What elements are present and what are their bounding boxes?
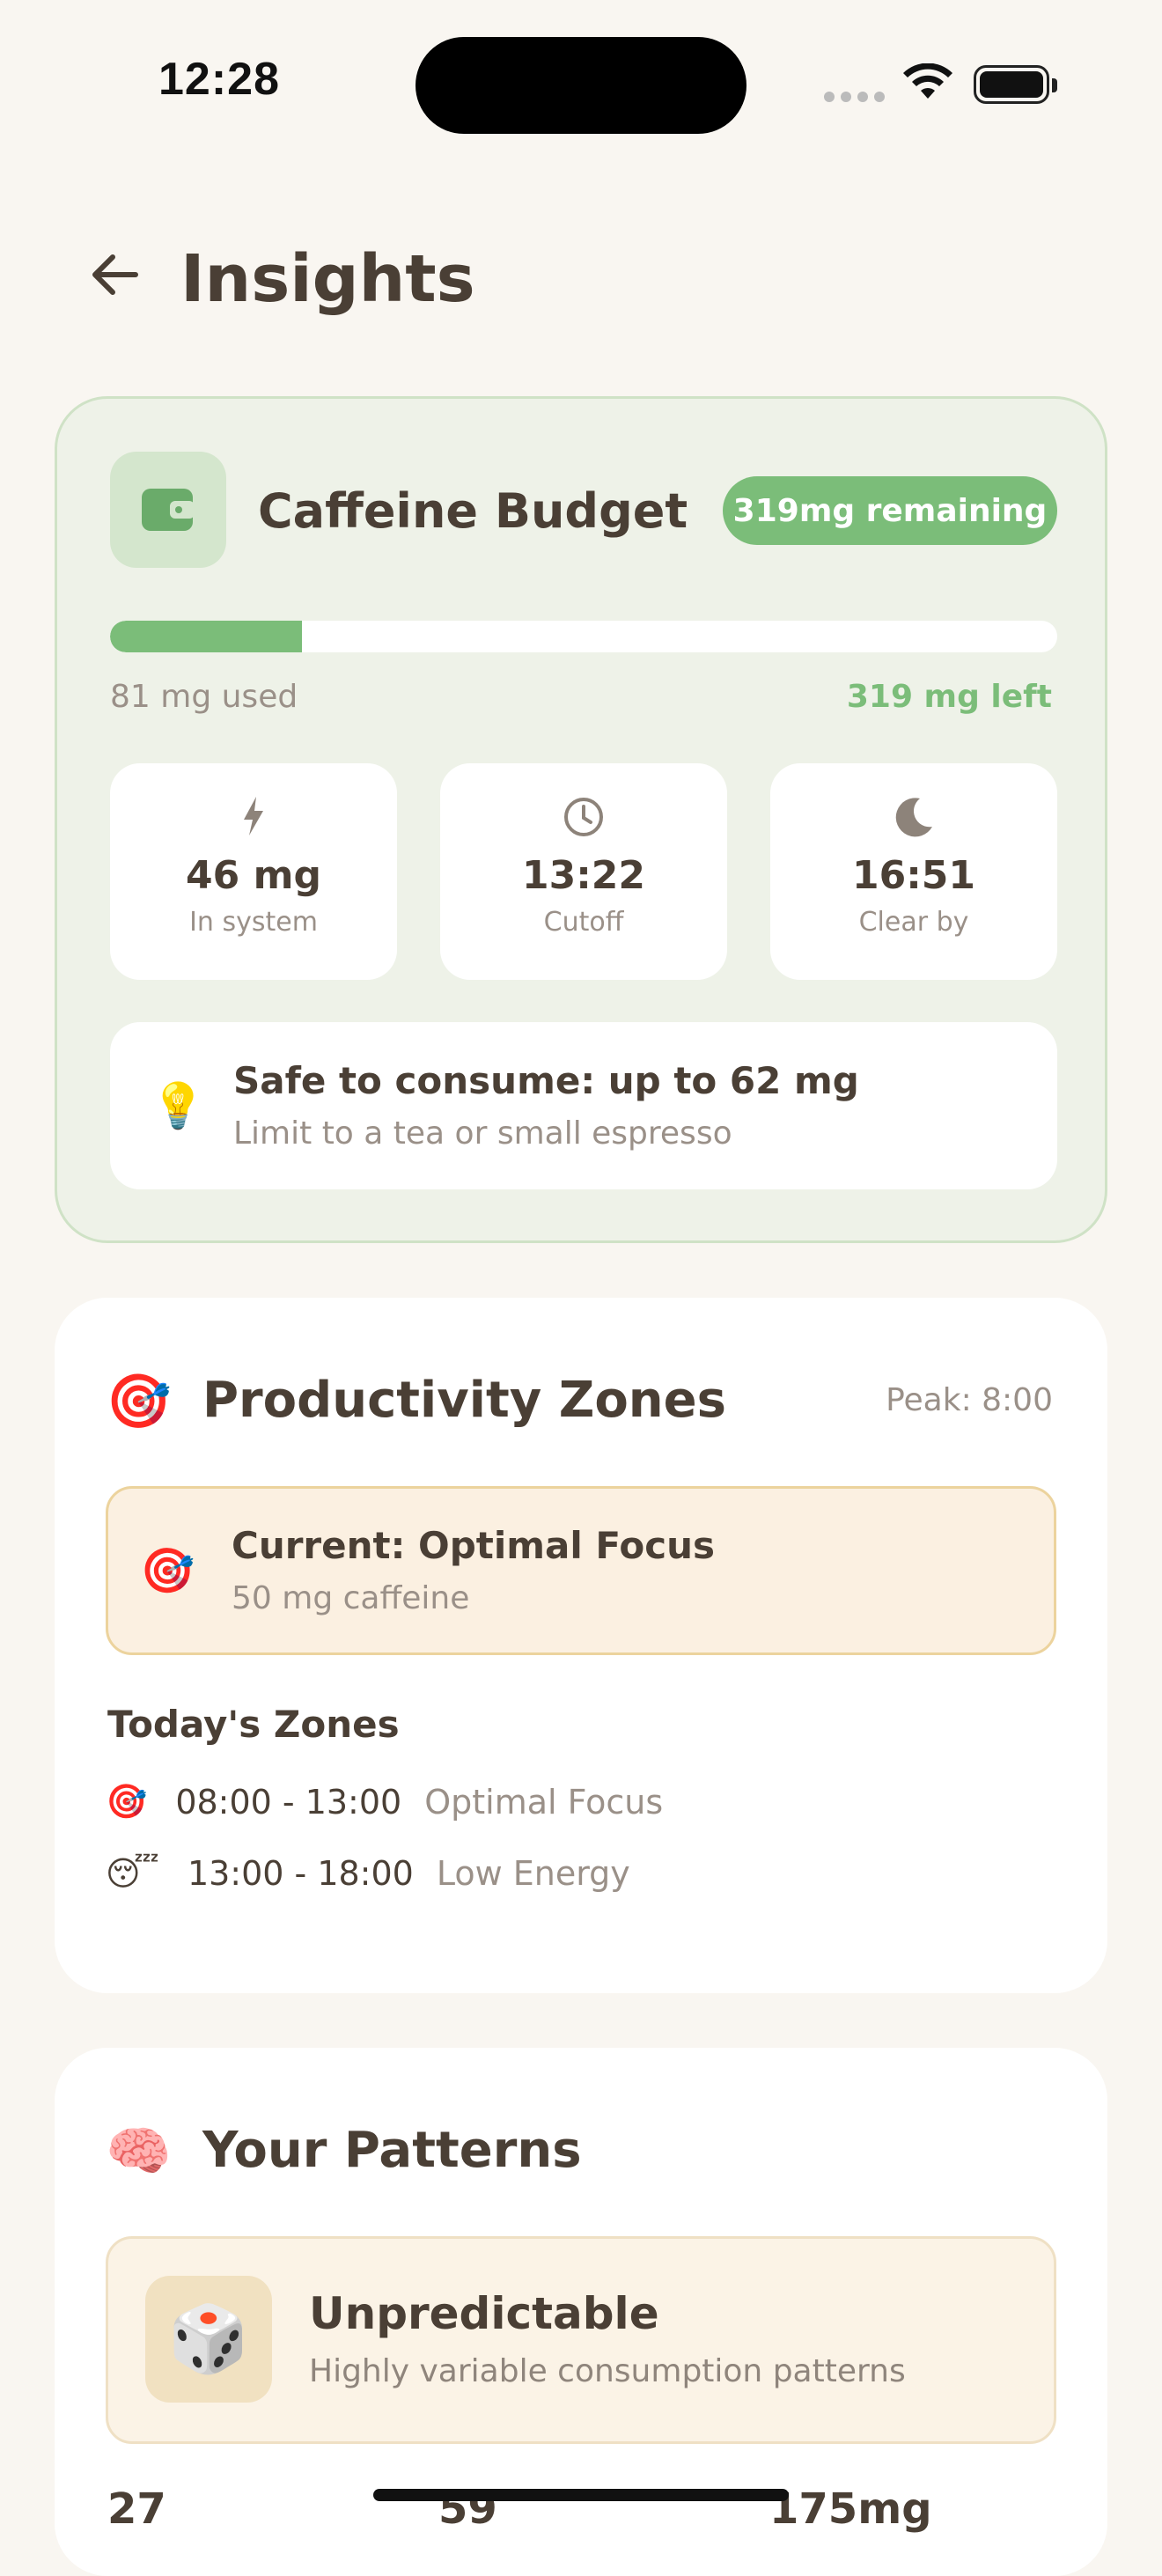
zone-name: Low Energy <box>436 1854 630 1893</box>
stat-value: 16:51 <box>851 853 976 898</box>
home-indicator <box>373 2489 789 2501</box>
stat-cutoff: 13:22 Cutoff <box>440 763 727 980</box>
pattern-stat: 27 <box>107 2484 166 2534</box>
patterns-title: Your Patterns <box>202 2122 582 2179</box>
zone-name: Optimal Focus <box>424 1782 664 1822</box>
productivity-zones-card: 🎯 Productivity Zones Peak: 8:00 🎯 Curren… <box>55 1298 1107 1993</box>
brain-icon: 🧠 <box>106 2121 172 2182</box>
target-icon: 🎯 <box>106 1371 172 1432</box>
pattern-type-box: 🎲 Unpredictable Highly variable consumpt… <box>106 2236 1056 2444</box>
wifi-icon <box>901 63 954 106</box>
safe-title: Safe to consume: up to 62 mg <box>233 1059 859 1102</box>
stat-value: 46 mg <box>186 853 321 898</box>
budget-progress-bar <box>110 621 1057 652</box>
clock-icon <box>440 795 727 841</box>
back-arrow-icon[interactable] <box>88 250 141 303</box>
pattern-stat: 175mg <box>769 2484 932 2534</box>
zones-heading: Today's Zones <box>107 1703 400 1746</box>
signal-icon <box>824 92 885 102</box>
sleepy-face-icon: 😴 <box>106 1854 159 1893</box>
current-zone-sub: 50 mg caffeine <box>232 1580 470 1616</box>
used-label: 81 mg used <box>110 679 298 715</box>
stat-label: In system <box>189 907 318 938</box>
status-time: 12:28 <box>158 54 280 105</box>
pattern-type-title: Unpredictable <box>309 2288 659 2339</box>
budget-progress-fill <box>110 621 302 652</box>
target-icon: 🎯 <box>140 1545 195 1596</box>
target-icon: 🎯 <box>106 1782 148 1821</box>
stat-value: 13:22 <box>521 853 646 898</box>
page-title: Insights <box>180 241 475 317</box>
lightbulb-icon: 💡 <box>151 1080 206 1131</box>
zone-row: 🎯 08:00 - 13:00 Optimal Focus <box>106 1782 663 1822</box>
stat-label: Clear by <box>858 907 969 938</box>
zone-time: 08:00 - 13:00 <box>175 1782 402 1822</box>
bolt-icon <box>110 795 397 841</box>
stat-in-system: 46 mg In system <box>110 763 397 980</box>
zone-time: 13:00 - 18:00 <box>187 1854 414 1893</box>
battery-icon <box>974 65 1057 104</box>
safe-to-consume-box: 💡 Safe to consume: up to 62 mg Limit to … <box>110 1022 1057 1189</box>
current-zone-box: 🎯 Current: Optimal Focus 50 mg caffeine <box>106 1486 1056 1655</box>
pattern-type-sub: Highly variable consumption patterns <box>309 2353 906 2389</box>
left-label: 319 mg left <box>846 679 1052 715</box>
productivity-title: Productivity Zones <box>202 1372 726 1429</box>
remaining-badge: 319mg remaining <box>723 476 1057 545</box>
safe-subtitle: Limit to a tea or small espresso <box>233 1115 732 1152</box>
stat-label: Cutoff <box>543 907 624 938</box>
stat-clear-by: 16:51 Clear by <box>770 763 1057 980</box>
current-zone-title: Current: Optimal Focus <box>232 1524 716 1567</box>
dynamic-island <box>416 37 746 134</box>
zone-row: 😴 13:00 - 18:00 Low Energy <box>106 1854 630 1893</box>
wallet-icon <box>110 452 226 568</box>
caffeine-budget-card: Caffeine Budget 319mg remaining 81 mg us… <box>55 396 1107 1243</box>
peak-time: Peak: 8:00 <box>886 1382 1053 1418</box>
dice-icon: 🎲 <box>145 2276 272 2403</box>
budget-title: Caffeine Budget <box>258 483 688 539</box>
moon-icon <box>770 795 1057 841</box>
